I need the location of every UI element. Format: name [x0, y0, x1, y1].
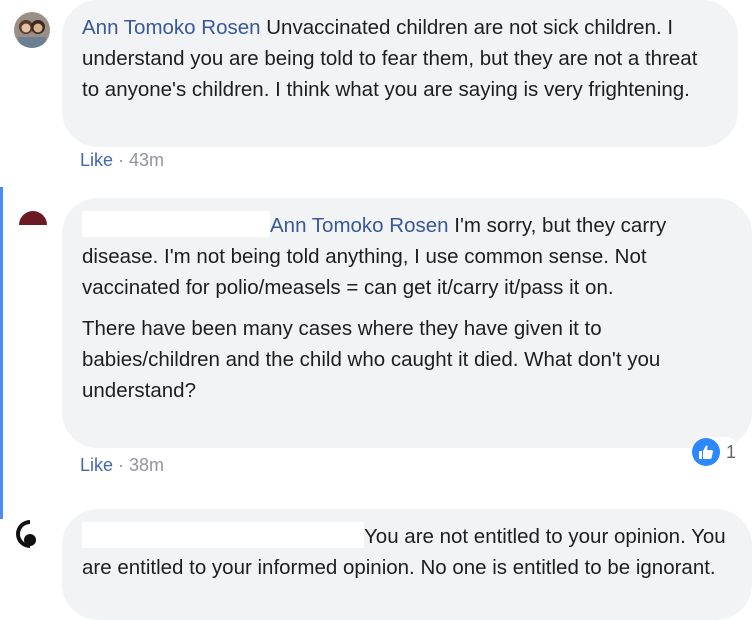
comment-bubble: Ann Tomoko Rosen Unvaccinated children a…: [62, 0, 738, 147]
timestamp[interactable]: 43m: [129, 150, 164, 170]
mention-link[interactable]: Ann Tomoko Rosen: [270, 214, 449, 237]
redacted-author: [82, 522, 364, 548]
author-name[interactable]: Ann Tomoko Rosen: [82, 16, 261, 39]
comment-text-paragraph: There have been many cases where they ha…: [82, 317, 661, 402]
comment-text: Ann Tomoko Rosen I'm sorry, but they car…: [82, 210, 732, 303]
comment-text: Ann Tomoko Rosen Unvaccinated children a…: [82, 16, 698, 101]
comment-bubble: Ann Tomoko Rosen I'm sorry, but they car…: [62, 198, 752, 448]
timestamp[interactable]: 38m: [129, 455, 164, 475]
thumbs-up-icon: [692, 438, 720, 466]
comment-meta: Like · 38m: [80, 455, 165, 475]
reply-thread-line: [0, 187, 3, 519]
avatar[interactable]: [14, 518, 46, 550]
like-button[interactable]: Like: [80, 150, 113, 170]
reaction-summary[interactable]: 1: [690, 437, 741, 467]
reaction-count: 1: [726, 441, 737, 462]
comment-bubble: You are not entitled to your opinion. Yo…: [62, 509, 752, 620]
redacted-author: [82, 211, 270, 237]
comment-meta: Like · 43m: [80, 150, 165, 170]
comment-text: You are not entitled to your opinion. Yo…: [82, 521, 732, 583]
avatar[interactable]: [16, 208, 50, 242]
like-button[interactable]: Like: [80, 455, 113, 475]
avatar[interactable]: [14, 12, 50, 48]
